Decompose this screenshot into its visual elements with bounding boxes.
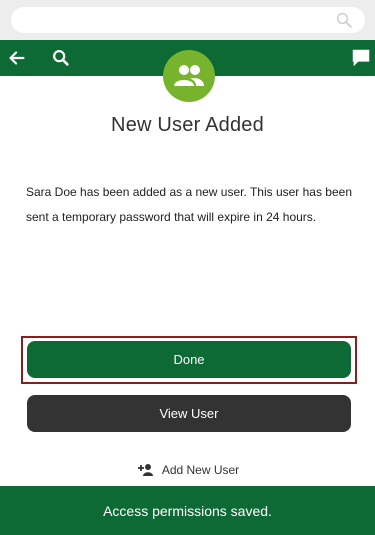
- search-icon[interactable]: [335, 11, 353, 29]
- add-user-icon: [137, 464, 153, 476]
- dialog-message: Sara Doe has been added as a new user. T…: [26, 185, 352, 224]
- chat-bubble-icon[interactable]: [350, 47, 372, 69]
- done-button[interactable]: Done: [27, 341, 351, 378]
- search-input[interactable]: [11, 7, 365, 33]
- toast-notification: Access permissions saved.: [0, 486, 375, 535]
- add-new-user-label: Add New User: [161, 463, 240, 477]
- search-icon[interactable]: [50, 47, 72, 69]
- view-user-button[interactable]: View User: [27, 395, 351, 432]
- arrow-left-icon[interactable]: [6, 47, 28, 69]
- users-icon: [163, 50, 215, 102]
- add-new-user-link[interactable]: Add New User: [0, 460, 375, 480]
- dialog-title: New User Added: [111, 114, 264, 136]
- browser-search-bar: [0, 0, 375, 40]
